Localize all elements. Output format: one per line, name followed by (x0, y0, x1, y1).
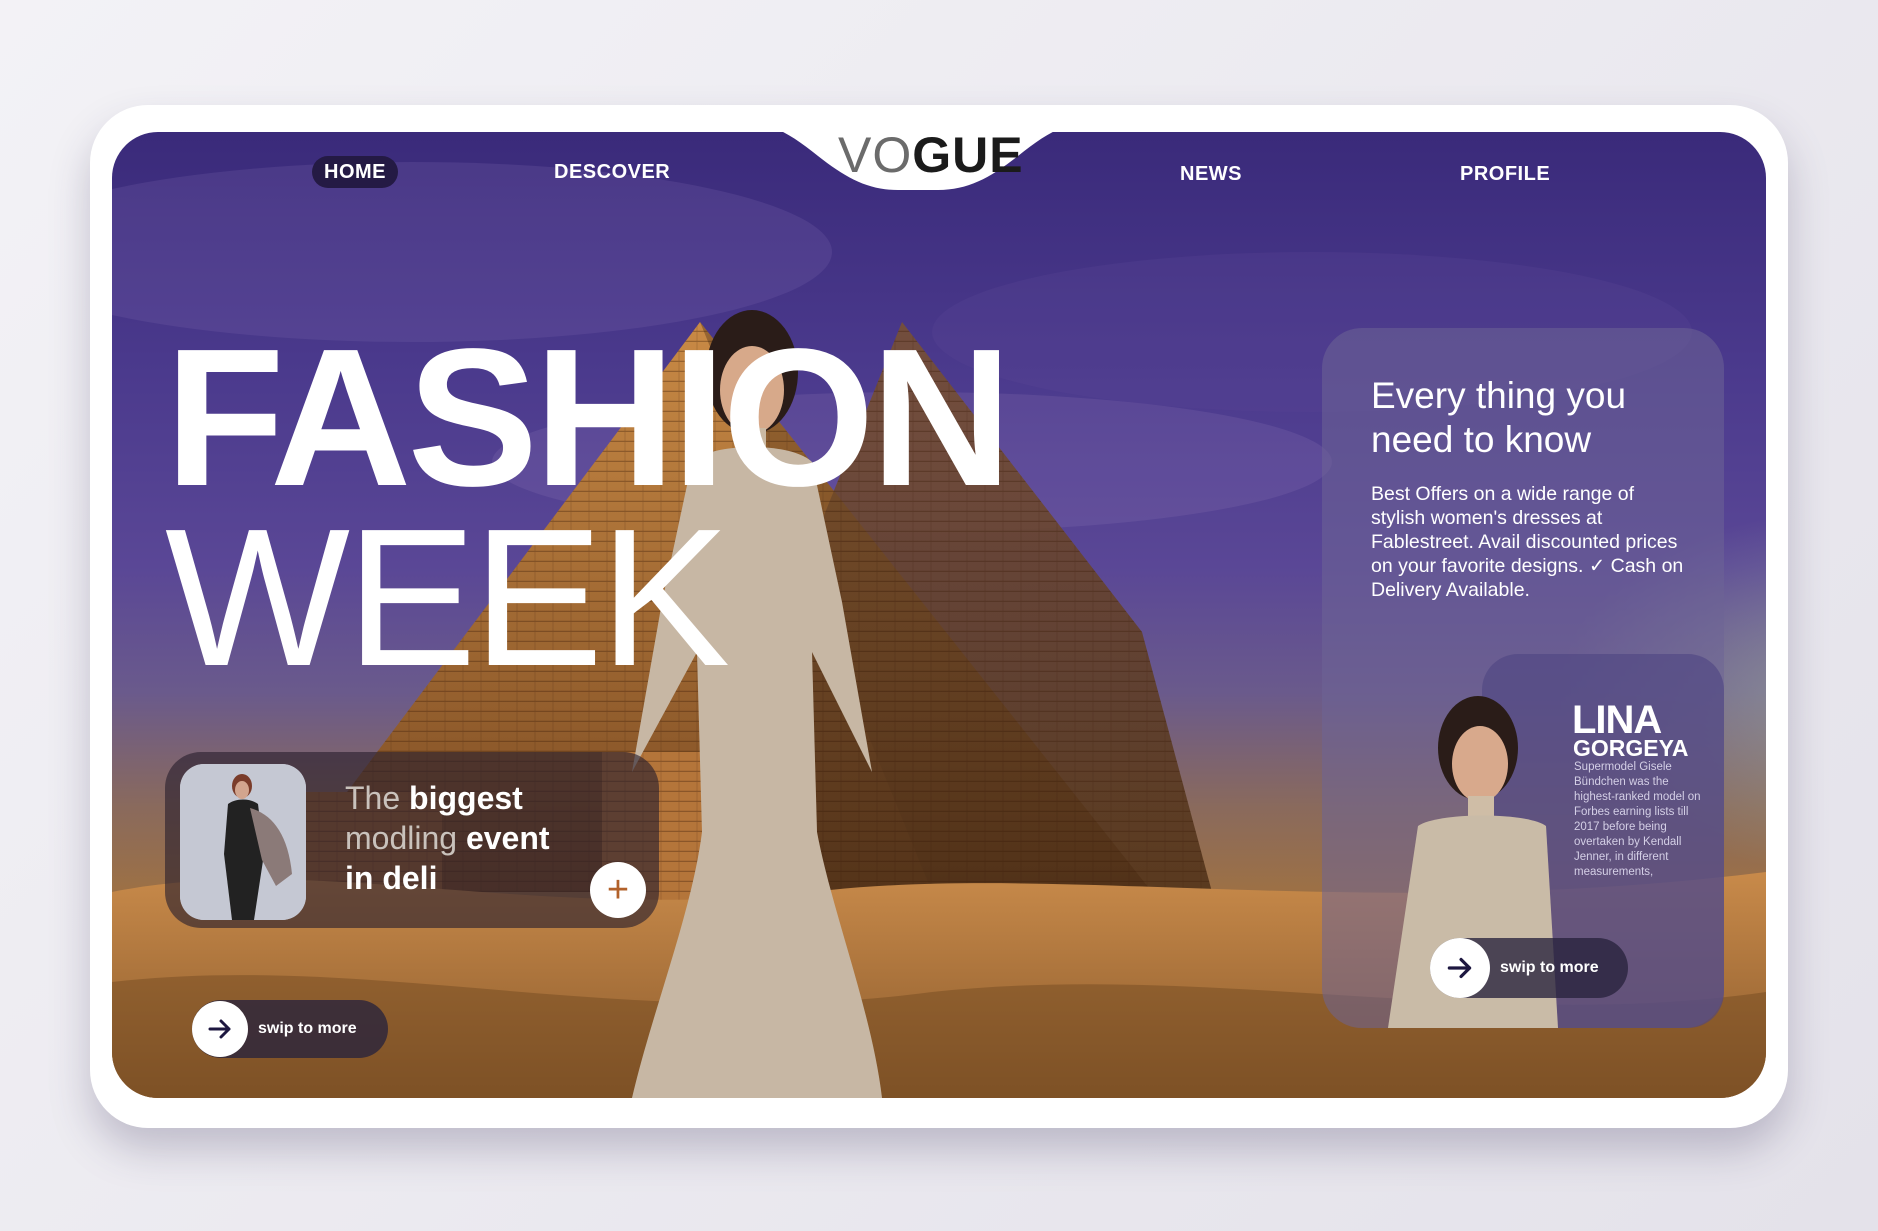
event-word-the: The (345, 780, 401, 816)
event-thumbnail[interactable] (180, 764, 306, 920)
model-first-name: LINA (1572, 698, 1662, 742)
swipe-more-right-label: swip to more (1500, 959, 1599, 976)
headline-week: WEEK (165, 488, 730, 707)
swipe-more-left-label: swip to more (258, 1020, 357, 1037)
nav-news[interactable]: NEWS (1180, 158, 1242, 190)
arrow-right-icon (192, 1001, 248, 1057)
model-bio: Supermodel Gisele Bündchen was the highe… (1574, 761, 1701, 878)
add-event-button[interactable]: + (590, 862, 646, 918)
plus-icon: + (606, 869, 630, 911)
nav-home[interactable]: HOME (312, 156, 398, 188)
event-word-biggest: biggest (409, 780, 523, 816)
event-word-event: event (465, 820, 550, 856)
logo-part-gue: GUE (912, 127, 1024, 183)
nav-profile[interactable]: PROFILE (1460, 158, 1550, 190)
vogue-logo[interactable]: VO GUE (838, 126, 1024, 184)
event-headline: The biggest modling event in deli (345, 778, 605, 898)
headline-fashion: FASHION (165, 308, 1012, 527)
arrow-right-icon (1430, 938, 1490, 998)
nav-descover[interactable]: DESCOVER (554, 156, 670, 188)
swipe-more-left[interactable]: swip to more (192, 1000, 388, 1058)
event-word-modling: modling (345, 820, 458, 856)
event-word-in-deli: in deli (345, 860, 438, 896)
model-thumbnail-image (180, 764, 306, 920)
logo-part-vo: VO (838, 127, 913, 183)
info-body: Best Offers on a wide range of stylish w… (1371, 483, 1684, 601)
info-title: Every thing you need to know (1371, 375, 1627, 460)
swipe-more-right[interactable]: swip to more (1430, 938, 1628, 998)
model-last-name: GORGEYA (1573, 735, 1689, 761)
